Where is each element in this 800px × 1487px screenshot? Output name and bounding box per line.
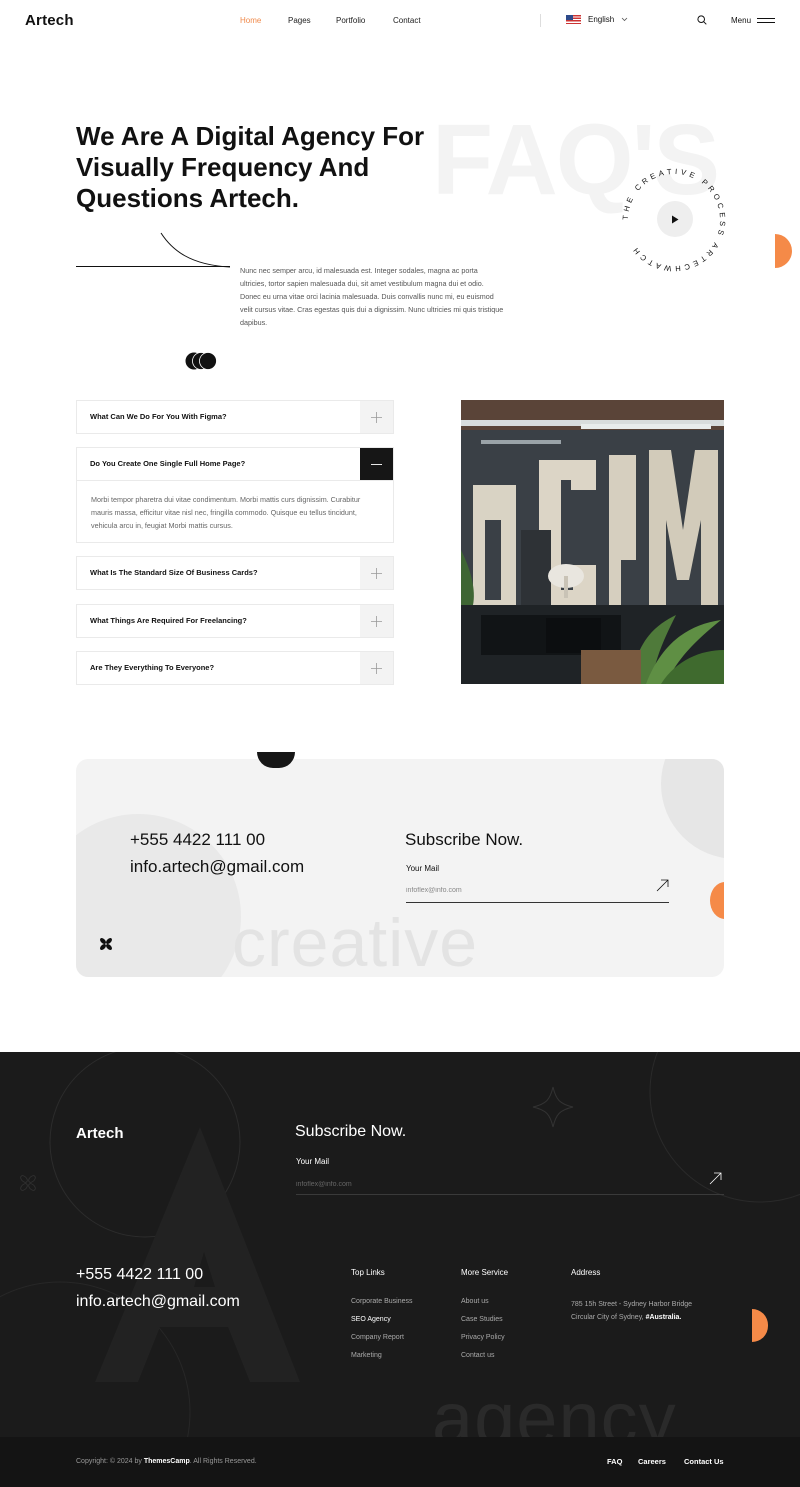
more-service-title: More Service [461,1268,509,1277]
address-text: 785 15h Street - Sydney Harbor Bridge Ci… [571,1298,696,1324]
faq-item-header[interactable]: What Things Are Required For Freelancing… [77,605,393,637]
faq-item[interactable]: What Is The Standard Size Of Business Ca… [76,556,394,590]
nav-link-pages[interactable]: Pages [288,16,311,25]
nav-link-contact[interactable]: Contact [393,16,421,25]
hamburger-icon [757,18,776,23]
menu-label: Menu [731,16,752,25]
copyright-prefix: Copyright: © 2024 by [76,1458,142,1465]
hero-description: Nunc nec semper arcu, id malesuada est. … [240,266,504,327]
us-flag-icon [566,15,581,24]
hero-title: We Are A Digital Agency For Visually Fre… [76,121,425,213]
contact-email[interactable]: info.artech@gmail.com [130,857,304,877]
nav-link-home[interactable]: Home [240,16,261,25]
faq-question: What Things Are Required For Freelancing… [90,616,247,625]
faq-item-open[interactable]: Do You Create One Single Full Home Page?… [76,447,394,543]
expand-toggle[interactable] [360,605,393,637]
contact-phone[interactable]: +555 4422 111 00 [130,830,265,850]
faq-item-header[interactable]: What Is The Standard Size Of Business Ca… [77,557,393,589]
address-country: #Australia. [645,1314,682,1321]
faq-item[interactable]: What Things Are Required For Freelancing… [76,604,394,638]
footer-link-contact-us[interactable]: Contact us [461,1352,508,1370]
top-navigation: Artech Home Pages Portfolio Contact Engl… [0,0,800,42]
more-service-column: More Service About us Case Studies Priva… [461,1268,508,1370]
creative-background-text: creative [232,905,479,977]
top-links-column: Top Links Corporate Business SEO Agency … [351,1268,412,1370]
plus-icon [371,567,382,579]
menu-button[interactable]: Menu [731,16,776,25]
minus-icon [371,463,382,465]
plus-icon [371,615,382,627]
collapse-toggle[interactable] [360,448,393,480]
expand-toggle[interactable] [360,557,393,589]
bottom-link-contact-us[interactable]: Contact Us [684,1457,724,1466]
flower-icon [100,938,112,950]
nav-divider [540,14,541,27]
expand-toggle[interactable] [360,652,393,684]
creative-process-badge[interactable]: THE CREATIVE PROCESS ARTECHWATCH [616,162,732,278]
faq-item-header[interactable]: Are They Everything To Everyone? [77,652,393,684]
orange-half-circle-deco [775,234,792,268]
subscribe-title: Subscribe Now. [405,830,524,849]
footer-logo[interactable]: Artech [76,1125,124,1142]
chevron-down-icon [621,17,628,22]
footer-phone[interactable]: +555 4422 111 00 [76,1266,203,1284]
footer-link-corporate-business[interactable]: Corporate Business [351,1298,412,1316]
plus-icon [371,662,382,674]
footer-bottom-bar: Copyright: © 2024 by ThemesCamp. All Rig… [0,1437,800,1487]
faq-item-header[interactable]: Do You Create One Single Full Home Page? [77,448,393,480]
site-logo[interactable]: Artech [25,12,74,29]
subscribe-email-input[interactable] [406,879,669,903]
faq-question: Are They Everything To Everyone? [90,663,215,672]
office-photo [461,400,724,684]
faq-answer: Morbi tempor pharetra dui vitae condimen… [77,480,393,542]
faq-item[interactable]: What Can We Do For You With Figma? [76,400,394,434]
footer-link-case-studies[interactable]: Case Studies [461,1316,508,1334]
hero-divider-line [76,266,230,267]
play-button[interactable] [657,201,693,237]
bottom-link-careers[interactable]: Careers [638,1457,666,1466]
faq-item[interactable]: Are They Everything To Everyone? [76,651,394,685]
send-arrow-icon[interactable] [709,1172,722,1185]
faq-question: What Is The Standard Size Of Business Ca… [90,568,258,577]
footer-link-about-us[interactable]: About us [461,1298,508,1316]
copyright-text: Copyright: © 2024 by ThemesCamp. All Rig… [76,1458,257,1465]
footer-subscribe-title: Subscribe Now. [295,1123,407,1140]
card-circle-deco [661,759,724,859]
address-column: Address 785 15h Street - Sydney Harbor B… [571,1268,696,1324]
copyright-suffix: . All Rights Reserved. [189,1458,257,1465]
top-links-title: Top Links [351,1268,385,1277]
site-footer: agency Artech Subscribe Now. Your Mail +… [0,1052,800,1487]
language-selector[interactable]: English [566,15,628,24]
faq-item-header[interactable]: What Can We Do For You With Figma? [77,401,393,433]
footer-email-input[interactable] [296,1174,724,1195]
mail-label: Your Mail [406,864,440,873]
decorative-curve [160,232,231,268]
contact-subscribe-card: creative +555 4422 111 00 info.artech@gm… [76,759,724,977]
nav-link-portfolio[interactable]: Portfolio [336,16,365,25]
bottom-link-faq[interactable]: FAQ [607,1457,622,1466]
footer-link-seo-agency[interactable]: SEO Agency [351,1316,412,1334]
search-icon[interactable] [697,15,707,25]
footer-link-marketing[interactable]: Marketing [351,1352,412,1370]
overlapping-circles-icon [185,352,217,370]
plus-icon [371,411,382,423]
faq-question: What Can We Do For You With Figma? [90,412,227,421]
faq-question: Do You Create One Single Full Home Page? [90,459,246,468]
orange-circle-deco [710,882,724,919]
footer-email[interactable]: info.artech@gmail.com [76,1293,240,1311]
play-icon [672,215,679,223]
address-title: Address [571,1268,601,1277]
language-label: English [588,15,615,24]
expand-toggle[interactable] [360,401,393,433]
copyright-brand[interactable]: ThemesCamp [144,1458,190,1465]
footer-link-privacy-policy[interactable]: Privacy Policy [461,1334,508,1352]
footer-mail-label: Your Mail [296,1157,330,1166]
send-arrow-icon[interactable] [656,879,669,892]
footer-link-company-report[interactable]: Company Report [351,1334,412,1352]
